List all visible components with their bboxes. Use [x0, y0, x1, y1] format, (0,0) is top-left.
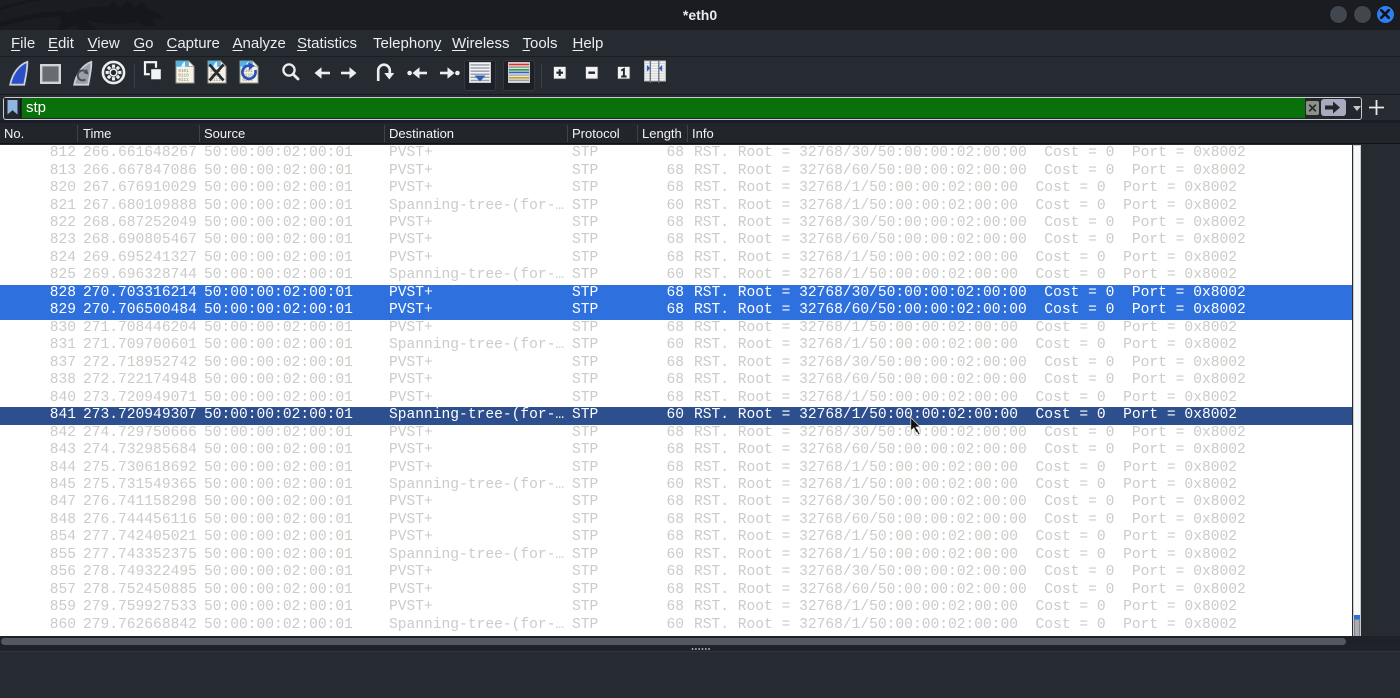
svg-text:0111: 0111	[178, 78, 189, 83]
